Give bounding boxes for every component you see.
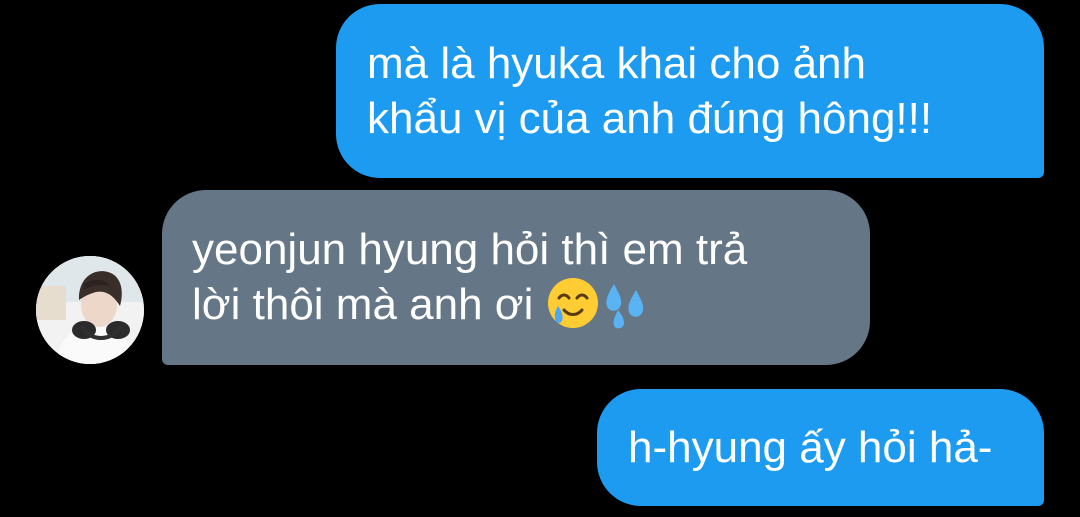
message-text-line: h-hyung ấy hỏi hả-	[628, 423, 993, 472]
message-text: lời thôi mà anh ơi	[192, 280, 534, 329]
sent-message-bubble[interactable]: h-hyung ấy hỏi hả-	[597, 389, 1044, 506]
sent-message-bubble[interactable]: mà là hyuka khai cho ảnh khẩu vị của anh…	[336, 4, 1044, 178]
message-text-line: khẩu vị của anh đúng hông!!!	[367, 94, 933, 143]
message-text-line: mà là hyuka khai cho ảnh	[367, 39, 866, 88]
sweat-droplets-emoji	[606, 284, 643, 329]
received-message-bubble[interactable]: yeonjun hyung hỏi thì em trả lời thôi mà…	[162, 190, 870, 365]
smiling-face-with-tear-emoji	[547, 278, 598, 329]
avatar-photo-icon	[36, 256, 144, 364]
message-text-line-with-emoji: lời thôi mà anh ơi	[192, 277, 840, 332]
contact-avatar[interactable]	[36, 256, 144, 364]
message-text-line: yeonjun hyung hỏi thì em trả	[192, 225, 748, 274]
